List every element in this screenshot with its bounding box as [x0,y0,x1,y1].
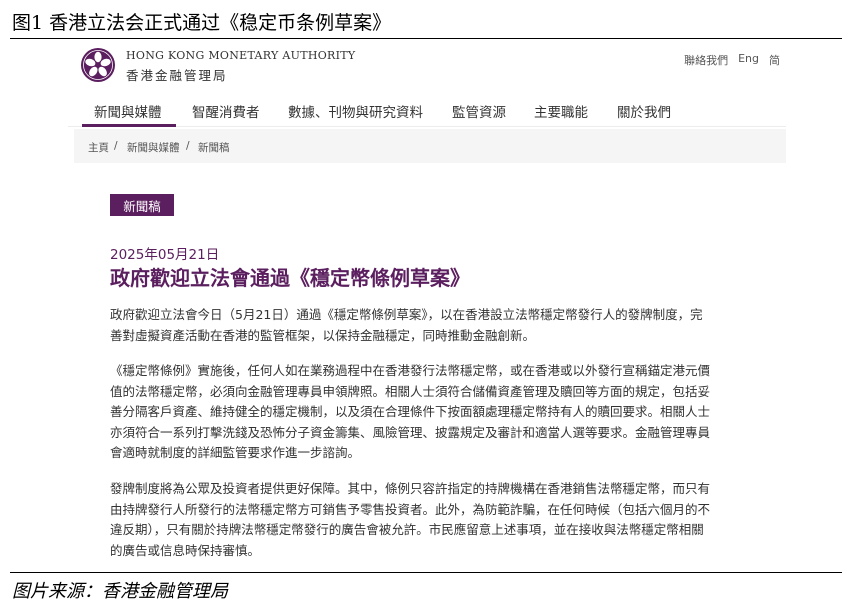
breadcrumb-news-media[interactable]: 新聞與媒體 [127,140,180,155]
breadcrumb: 主頁 / 新聞與媒體 / 新聞稿 [74,129,786,163]
breadcrumb-separator: / [114,140,118,152]
hkma-logo-icon[interactable] [80,47,116,83]
nav-item-data-publications[interactable]: 數據、刊物與研究資料 [288,101,423,121]
nav-item-regulatory-resources[interactable]: 監管資源 [452,101,506,121]
breadcrumb-separator: / [186,140,190,152]
paragraph-line: 的廣告或信息時保持審慎。 [110,542,261,558]
webpage-screenshot: HONG KONG MONETARY AUTHORITY 香港金融管理局 聯絡我… [68,39,786,571]
breadcrumb-press-releases[interactable]: 新聞稿 [198,140,230,155]
nav-item-key-functions[interactable]: 主要職能 [534,101,588,121]
figure-source: 图片来源：香港金融管理局 [12,581,228,602]
article-paragraph: 《穩定幣條例》實施後，任何人如在業務過程中在香港發行法幣穩定幣，或在香港或以外發… [110,361,766,464]
article-headline: 政府歡迎立法會通過《穩定幣條例草案》 [110,266,470,290]
paragraph-line: 亦須符合一系列打擊洗錢及恐怖分子資金籌集、風險管理、披露規定及審計和適當人選等要… [110,424,711,440]
paragraph-line: 違反期），只有關於持牌法幣穩定幣發行的廣告會被允許。市民應留意上述事項，並在接收… [110,522,704,537]
paragraph-line: 善分隔客戶資產、維持健全的穩定機制，以及須在合理條件下按面額處理穩定幣持有人的贖… [110,404,711,419]
figure-title: 图1 香港立法会正式通过《稳定币条例草案》 [12,12,392,34]
org-name-english: HONG KONG MONETARY AUTHORITY [126,49,356,62]
article-date: 2025年05月21日 [110,247,220,263]
nav-item-about-us[interactable]: 關於我們 [617,101,671,121]
contact-us-link[interactable]: 聯絡我們 [684,52,728,68]
active-tab-indicator [82,124,176,127]
paragraph-line: 由持牌發行人所發行的法幣穩定幣方可銷售予零售投資者。此外，為防範詐騙，在任何時候… [110,501,711,517]
paragraph-line: 《穩定幣條例》實施後，任何人如在業務過程中在香港發行法幣穩定幣，或在香港或以外發… [110,363,711,378]
nav-item-smart-consumers[interactable]: 智醒消費者 [192,101,260,121]
paragraph-line: 發牌制度將為公眾及投資者提供更好保障。其中，條例只容許指定的持牌機構在香港銷售法… [110,481,711,496]
article-paragraph: 政府歡迎立法會今日（5月21日）通過《穩定幣條例草案》，以在香港設立法幣穩定幣發… [110,305,766,346]
breadcrumb-home[interactable]: 主頁 [88,140,109,155]
paragraph-line: 值的法幣穩定幣，必須向金融管理專員申領牌照。相關人士須符合儲備資產管理及贖回等方… [110,383,711,399]
main-nav: 新聞與媒體 智醒消費者 數據、刊物與研究資料 監管資源 主要職能 關於我們 [68,91,786,127]
org-name-chinese: 香港金融管理局 [126,68,228,83]
press-release-badge: 新聞稿 [110,194,174,216]
paragraph-line: 善對虛擬資產活動在香港的監管框架，以保持金融穩定，同時推動金融創新。 [110,327,536,343]
paragraph-line: 政府歡迎立法會今日（5月21日）通過《穩定幣條例草案》，以在香港設立法幣穩定幣發… [110,307,703,322]
nav-item-news-media[interactable]: 新聞與媒體 [94,101,162,121]
simplified-chinese-link[interactable]: 简 [769,52,780,68]
site-header: HONG KONG MONETARY AUTHORITY 香港金融管理局 聯絡我… [68,39,786,91]
bottom-rule [10,572,842,573]
english-language-link[interactable]: Eng [738,52,759,68]
top-links: 聯絡我們 Eng 简 [684,52,780,68]
paragraph-line: 會適時就制度的詳細監管要求作進一步諮詢。 [110,445,361,460]
article-paragraph: 發牌制度將為公眾及投資者提供更好保障。其中，條例只容許指定的持牌機構在香港銷售法… [110,479,766,561]
